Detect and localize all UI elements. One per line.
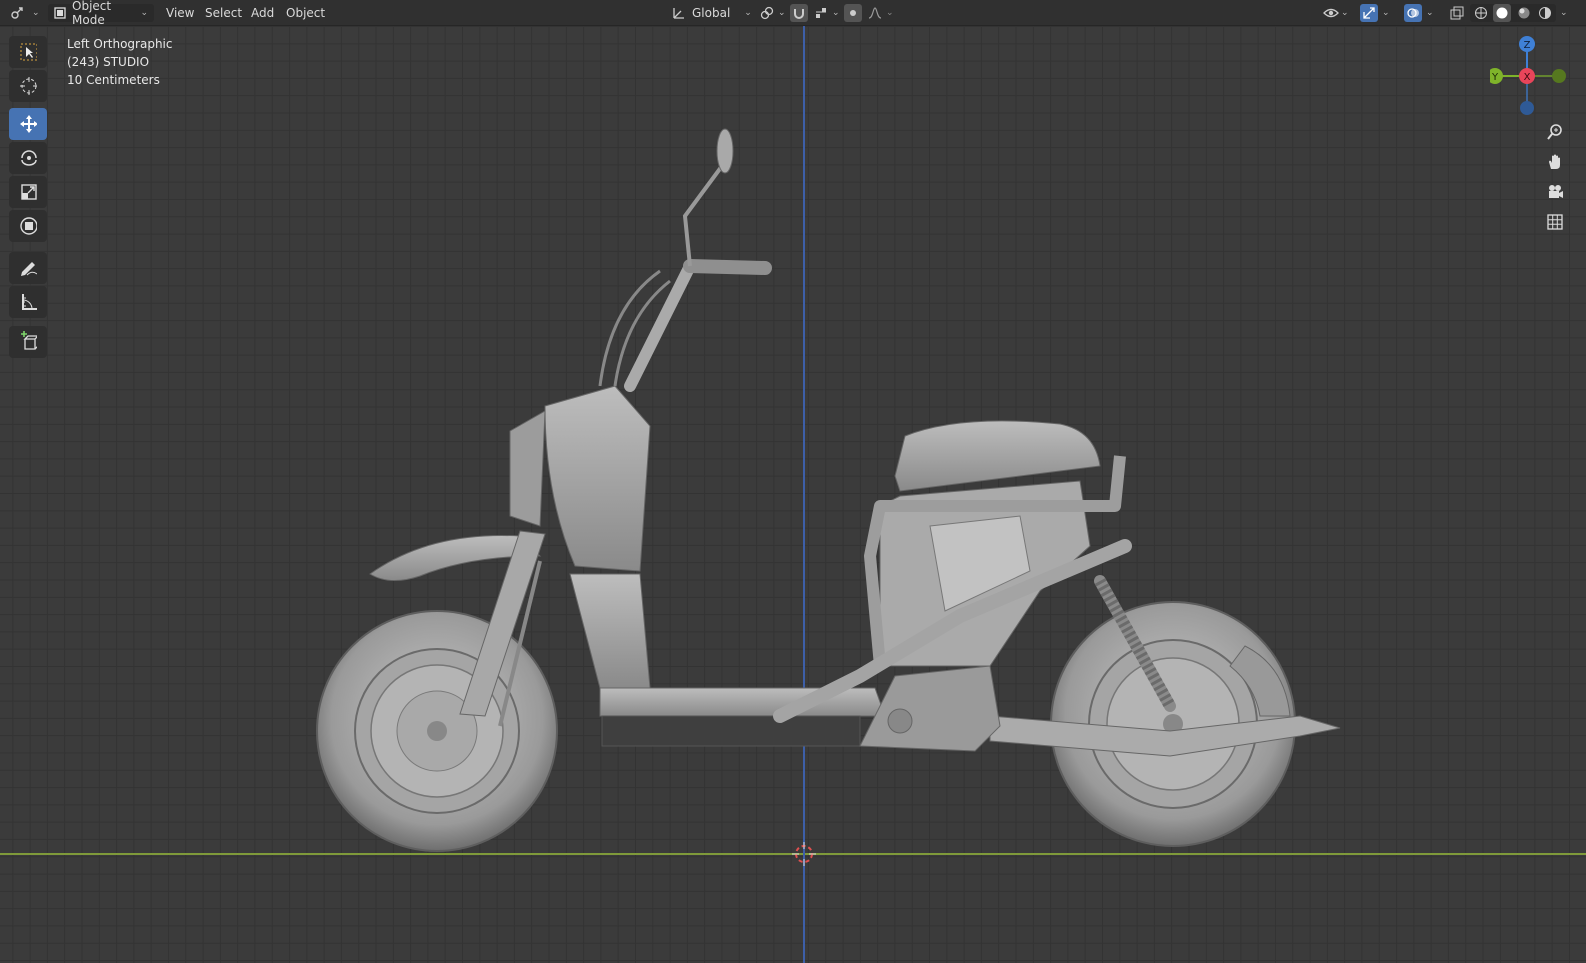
hand-icon (1546, 153, 1564, 171)
shading-options-dropdown[interactable]: ⌄ (1560, 4, 1568, 22)
add-cube-tool[interactable] (9, 326, 47, 358)
chevron-down-icon: ⌄ (778, 8, 786, 18)
object-mode-icon (54, 4, 66, 22)
chevron-down-icon: ⌄ (886, 8, 894, 18)
gizmo-y-label: Y (1491, 72, 1499, 83)
cursor-icon (19, 77, 37, 95)
gizmo-toggle[interactable]: ⌄ (1360, 4, 1390, 22)
snap-increment-icon (812, 4, 830, 22)
material-shading-icon[interactable] (1515, 4, 1533, 22)
select-box-icon (19, 43, 37, 61)
falloff-curve-icon (866, 4, 884, 22)
gizmo-neg-z-axis[interactable] (1520, 101, 1534, 115)
xray-icon (1448, 4, 1466, 22)
scale-tool[interactable] (9, 176, 47, 208)
orientation-icon (670, 4, 688, 22)
gizmo-z-label: Z (1524, 40, 1531, 51)
xray-toggle[interactable] (1448, 4, 1466, 22)
orientation-label: Global (692, 6, 731, 20)
gizmo-x-label: X (1524, 72, 1531, 83)
view-name: Left Orthographic (67, 37, 173, 51)
eye-icon (1322, 4, 1340, 22)
rotate-tool[interactable] (9, 142, 47, 174)
chevron-down-icon: ⌄ (1341, 8, 1349, 18)
zoom-button[interactable] (1541, 118, 1569, 146)
mode-label: Object Mode (72, 0, 112, 27)
grid-icon (1546, 213, 1564, 231)
ruler-icon (19, 293, 37, 311)
measure-tool[interactable] (9, 286, 47, 318)
snap-toggle[interactable] (790, 4, 808, 22)
transform-orientation-dropdown[interactable]: Global ⌄ (670, 4, 752, 22)
magnet-icon (790, 4, 808, 22)
gizmo-neg-y-axis[interactable] (1552, 69, 1566, 83)
editor-type-button[interactable]: ⌄ (8, 4, 40, 22)
menu-object[interactable]: Object (286, 4, 325, 22)
menu-select[interactable]: Select (205, 4, 242, 22)
move-icon (19, 115, 37, 133)
chevron-down-icon: ⌄ (832, 8, 840, 18)
rotate-icon (19, 149, 37, 167)
viewport-info: Left Orthographic (243) STUDIO 10 Centim… (67, 35, 172, 89)
scale-icon (19, 183, 37, 201)
pan-button[interactable] (1541, 148, 1569, 176)
overlays-icon (1404, 4, 1422, 22)
object-visibility-dropdown[interactable]: ⌄ (1322, 4, 1349, 22)
add-cube-icon (19, 331, 37, 351)
pivot-icon (758, 4, 776, 22)
pencil-icon (19, 259, 37, 277)
overlays-toggle[interactable]: ⌄ (1404, 4, 1434, 22)
chevron-down-icon: ⌄ (32, 8, 40, 18)
menu-view[interactable]: View (166, 4, 194, 22)
camera-icon (1546, 183, 1564, 201)
chevron-down-icon: ⌄ (1382, 8, 1390, 18)
navigation-gizmo[interactable]: Z Y X (1490, 36, 1580, 116)
viewport-header: ⌄ Object Mode ⌄ View Select Add Object G… (0, 0, 1586, 27)
3d-cursor-icon (792, 842, 816, 866)
wireframe-shading-icon[interactable] (1472, 4, 1490, 22)
move-tool[interactable] (9, 108, 47, 140)
pivot-point-dropdown[interactable]: ⌄ (758, 4, 786, 22)
transform-tool[interactable] (9, 210, 47, 242)
proportional-editing-toggle[interactable] (844, 4, 862, 22)
chevron-down-icon: ⌄ (744, 8, 752, 18)
mode-dropdown[interactable]: Object Mode ⌄ (48, 0, 154, 27)
transform-icon (19, 217, 37, 235)
select-box-tool[interactable] (9, 36, 47, 68)
chevron-down-icon: ⌄ (140, 8, 148, 18)
collection-name: (243) STUDIO (67, 55, 150, 69)
menu-add[interactable]: Add (251, 4, 274, 22)
rendered-shading-icon[interactable] (1536, 4, 1554, 22)
3d-viewport[interactable]: Left Orthographic (243) STUDIO 10 Centim… (0, 26, 1586, 963)
zoom-icon (1546, 123, 1564, 141)
chevron-down-icon: ⌄ (1560, 8, 1568, 18)
proportional-falloff-dropdown[interactable]: ⌄ (866, 4, 894, 22)
annotate-tool[interactable] (9, 252, 47, 284)
scooter-model[interactable] (0, 26, 1586, 963)
grid-scale: 10 Centimeters (67, 73, 160, 87)
chevron-down-icon: ⌄ (1426, 8, 1434, 18)
gizmo-icon (1360, 4, 1378, 22)
camera-view-button[interactable] (1541, 178, 1569, 206)
editor-type-icon (8, 4, 26, 22)
shading-mode-group (1470, 4, 1556, 22)
proportional-icon (844, 4, 862, 22)
perspective-toggle-button[interactable] (1541, 208, 1569, 236)
solid-shading-icon[interactable] (1493, 4, 1512, 22)
snap-target-dropdown[interactable]: ⌄ (812, 4, 840, 22)
cursor-tool[interactable] (9, 70, 47, 102)
